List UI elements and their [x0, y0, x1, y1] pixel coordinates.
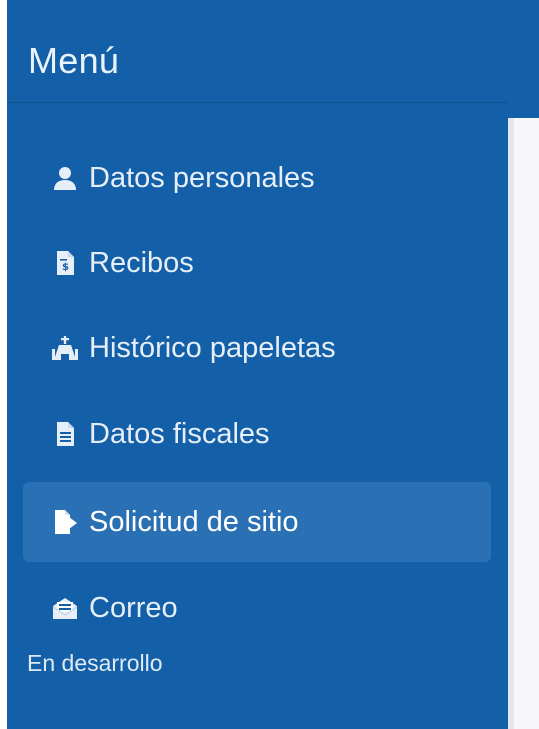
- menu-title: Menú: [28, 40, 120, 81]
- svg-text:$: $: [62, 262, 69, 273]
- content-divider: [508, 118, 514, 729]
- sidebar-item-datos-fiscales[interactable]: Datos fiscales: [23, 394, 491, 474]
- section-label-en-desarrollo: En desarrollo: [27, 650, 163, 676]
- sidebar-item-historico-papeletas[interactable]: Histórico papeletas: [23, 308, 491, 388]
- user-icon: [49, 162, 81, 194]
- window-edge: [0, 0, 7, 729]
- sidebar-item-recibos[interactable]: $ Recibos: [23, 223, 491, 303]
- sidebar-item-label: Solicitud de sitio: [89, 505, 299, 538]
- file-export-icon: [49, 506, 81, 538]
- document-icon: [49, 418, 81, 450]
- sidebar-item-solicitud-de-sitio[interactable]: Solicitud de sitio: [23, 482, 491, 562]
- content-header: [508, 0, 539, 118]
- envelope-open-icon: [49, 592, 81, 624]
- sidebar-item-datos-personales[interactable]: Datos personales: [23, 138, 491, 218]
- sidebar-menu: Menú Datos personales $ Recibos Históric…: [7, 0, 508, 729]
- sidebar-item-label: Datos fiscales: [89, 417, 270, 450]
- sidebar-item-label: Datos personales: [89, 161, 315, 194]
- sidebar-item-label: Histórico papeletas: [89, 331, 336, 364]
- receipt-icon: $: [49, 247, 81, 279]
- procession-icon: [49, 332, 81, 364]
- sidebar-item-correo[interactable]: Correo: [23, 568, 491, 648]
- sidebar-item-label: Recibos: [89, 246, 194, 279]
- sidebar-item-label: Correo: [89, 591, 178, 624]
- menu-header: Menú: [7, 0, 508, 103]
